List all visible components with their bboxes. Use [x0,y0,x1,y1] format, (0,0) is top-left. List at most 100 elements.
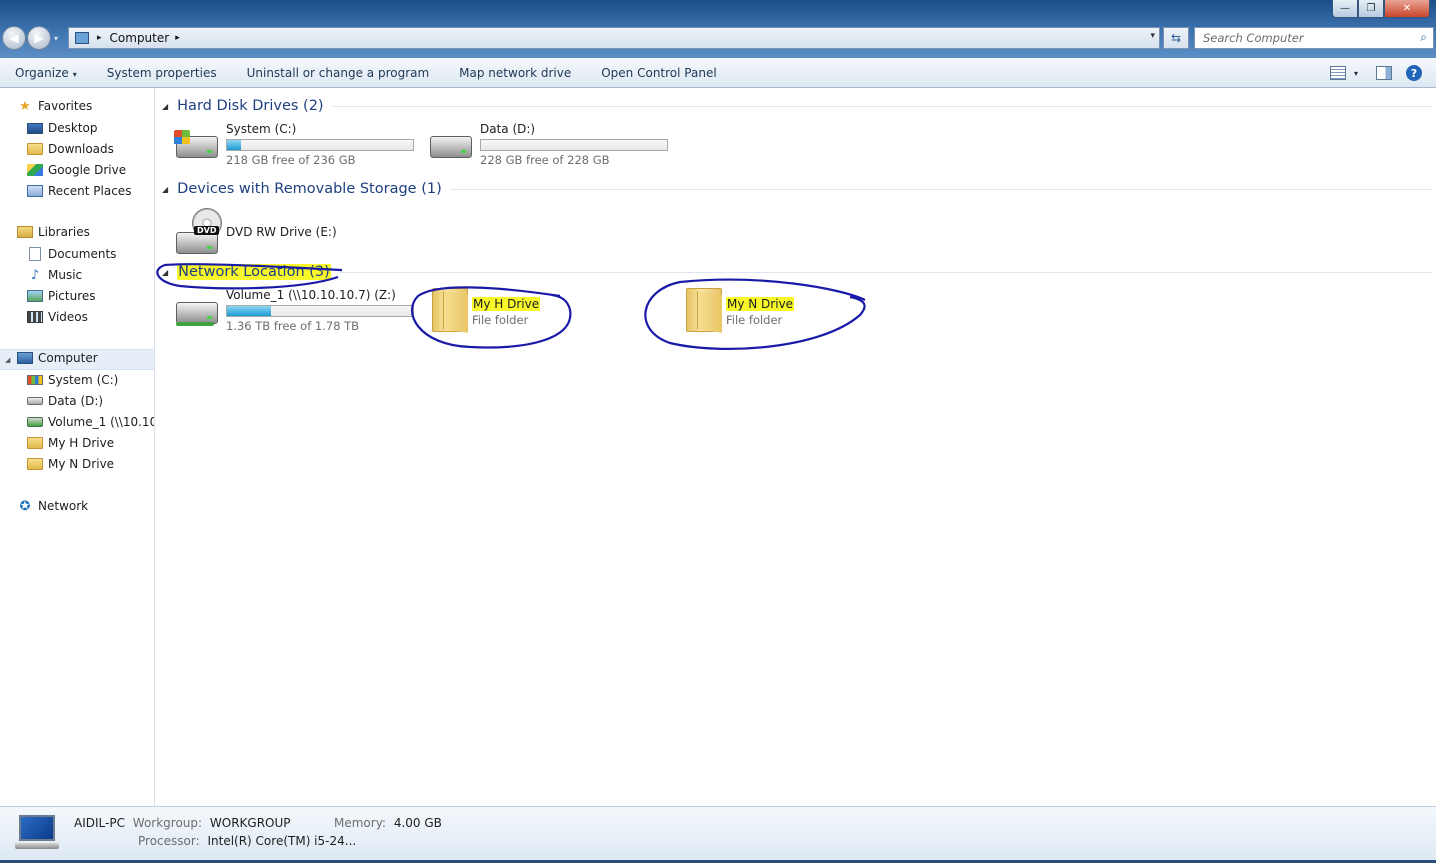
sidebar-favorites[interactable]: ★ Favorites [17,99,93,114]
sidebar-libraries[interactable]: Libraries [17,225,90,239]
sidebar-item-documents[interactable]: Documents [27,247,116,261]
dvd-label: DVD [194,226,220,235]
folder-icon [27,458,43,470]
organize-menu[interactable]: Organize ▾ [0,66,92,80]
system-drive-icon [172,122,222,166]
collapse-group-icon[interactable]: ◢ [162,102,168,111]
hard-drive-icon [27,397,43,405]
drive-usage-fill [227,306,271,316]
sidebar-item-videos[interactable]: Videos [27,310,88,324]
maximize-button[interactable]: ❐ [1358,0,1384,18]
sidebar-item-pictures[interactable]: Pictures [27,289,96,303]
map-network-drive-button[interactable]: Map network drive [444,66,586,80]
help-icon[interactable]: ? [1406,65,1422,81]
collapse-group-icon[interactable]: ◢ [162,268,168,277]
sidebar-item-label: My H Drive [48,436,115,450]
drive-tile-dvd-e[interactable]: DVD DVD RW Drive (E:) [172,208,337,254]
sidebar-item-my-h-drive[interactable]: My H Drive [27,436,114,450]
folder-tile-my-h-drive[interactable]: My H Drive File folder [418,288,541,332]
group-divider [449,188,1432,190]
view-options-chevron-icon[interactable]: ▾ [1354,69,1358,78]
expand-icon[interactable]: ◢ [5,356,10,364]
sidebar-computer[interactable]: Computer [17,351,98,365]
open-control-panel-button[interactable]: Open Control Panel [586,66,731,80]
address-dropdown-icon[interactable]: ▾ [1150,31,1155,41]
processor-label: Processor: [138,834,200,848]
memory-row: Memory: 4.00 GB [334,816,442,830]
desktop-icon [27,122,43,134]
group-header-hard-disk-drives[interactable]: ◢ Hard Disk Drives (2) [162,98,1432,114]
sidebar-favorites-label: Favorites [38,99,93,113]
group-header-network-location[interactable]: ◢ Network Location (3) [162,264,1432,280]
collapse-group-icon[interactable]: ◢ [162,185,168,194]
breadcrumb-separator-icon[interactable]: ▸ [97,33,102,43]
computer-name-row: AIDIL-PC Workgroup: WORKGROUP [74,816,291,830]
drive-name: Data (D:) [480,122,536,136]
music-icon: ♪ [30,267,40,283]
folder-tile-my-n-drive[interactable]: My N Drive File folder [672,288,795,332]
sidebar-item-system-c[interactable]: System (C:) [27,373,118,387]
sidebar-item-data-d[interactable]: Data (D:) [27,394,103,408]
navigation-pane: ★ Favorites Desktop Downloads Google Dri… [0,88,155,806]
libraries-icon [17,226,33,238]
recent-pages-dropdown[interactable]: ▾ [54,34,58,43]
sidebar-item-label: Data (D:) [48,394,104,408]
sidebar-item-google-drive[interactable]: Google Drive [27,163,126,177]
sidebar-network[interactable]: ✪ Network [17,499,89,514]
refresh-button[interactable]: ⇆ [1163,27,1189,49]
organize-label: Organize [15,65,69,80]
change-view-icon[interactable] [1329,66,1346,80]
drive-usage-bar [226,139,414,151]
minimize-button[interactable]: — [1332,0,1358,18]
sidebar-item-label: Documents [48,247,117,261]
close-button[interactable]: ✕ [1384,0,1430,18]
preview-pane-icon[interactable] [1376,66,1392,80]
drive-usage-bar [226,305,414,317]
sidebar-item-desktop[interactable]: Desktop [27,121,98,135]
drive-name: Volume_1 (\\10.10.10.7) (Z:) [226,288,396,302]
system-properties-button[interactable]: System properties [92,66,232,80]
downloads-folder-icon [27,143,43,155]
drive-name: DVD RW Drive (E:) [226,225,337,239]
sidebar-item-label: Pictures [48,289,96,303]
window-controls: — ❐ ✕ [1332,0,1430,18]
drive-usage-bar [480,139,668,151]
sidebar-item-label: Google Drive [48,163,127,177]
search-input[interactable] [1203,31,1403,45]
sidebar-item-label: System (C:) [48,373,119,387]
sidebar-item-my-n-drive[interactable]: My N Drive [27,457,114,471]
google-drive-icon [27,164,43,176]
drive-tile-system-c[interactable]: System (C:) 218 GB free of 236 GB [172,122,414,167]
group-divider [338,271,1432,273]
sidebar-computer-label: Computer [38,351,98,365]
computer-icon [17,352,33,364]
memory-label: Memory: [334,816,386,830]
recent-places-icon [27,185,43,197]
search-box[interactable]: ⌕ [1194,27,1434,49]
group-title: Hard Disk Drives (2) [177,98,324,114]
drive-tile-data-d[interactable]: Data (D:) 228 GB free of 228 GB [426,122,668,167]
folder-name: My N Drive [726,297,795,311]
uninstall-program-button[interactable]: Uninstall or change a program [232,66,445,80]
sidebar-item-downloads[interactable]: Downloads [27,142,114,156]
breadcrumb-computer[interactable]: Computer [110,31,170,45]
forward-button[interactable]: ▶ [27,26,51,50]
hard-drive-icon [426,122,476,166]
back-button[interactable]: ◀ [2,26,26,50]
view-controls: ▾ ? [1322,58,1436,88]
system-drive-icon [27,375,43,385]
navigation-buttons: ◀ ▶ ▾ [2,26,58,50]
folder-type: File folder [726,313,783,327]
address-bar[interactable]: ▸ Computer ▸ ▾ [68,27,1160,49]
group-header-removable-storage[interactable]: ◢ Devices with Removable Storage (1) [162,181,1432,197]
drive-tile-volume-1-z[interactable]: Volume_1 (\\10.10.10.7) (Z:) 1.36 TB fre… [172,288,414,333]
breadcrumb-separator-icon[interactable]: ▸ [175,33,180,43]
memory-value: 4.00 GB [393,816,442,830]
search-icon[interactable]: ⌕ [1420,30,1427,45]
sidebar-item-recent-places[interactable]: Recent Places [27,184,131,198]
window-titlebar: — ❐ ✕ ◀ ▶ ▾ ▸ Computer ▸ ▾ ⇆ ⌕ [0,0,1436,58]
computer-icon [15,815,59,851]
sidebar-item-label: Downloads [48,142,114,156]
sidebar-item-music[interactable]: ♪ Music [27,267,82,283]
sidebar-item-volume-1[interactable]: Volume_1 (\\10.10.10.7) (Z:) [27,415,154,429]
